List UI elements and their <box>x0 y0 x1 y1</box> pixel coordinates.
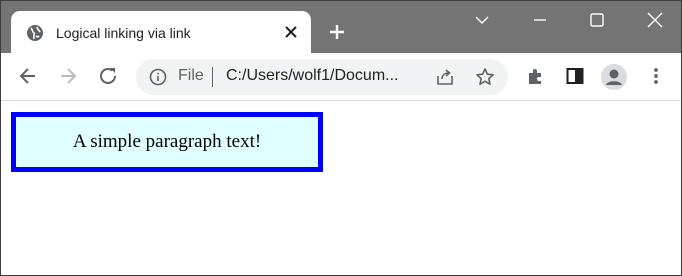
back-icon[interactable] <box>17 65 39 87</box>
address-bar[interactable]: File C:/Users/wolf1/Docum... <box>136 59 508 95</box>
tab-strip: Logical linking via link <box>1 1 681 53</box>
active-tab[interactable]: Logical linking via link <box>11 11 311 53</box>
browser-window: Logical linking via link File C:/Users/w… <box>0 0 682 276</box>
menu-icon[interactable] <box>645 65 667 87</box>
star-icon[interactable] <box>475 67 495 87</box>
paragraph-text: A simple paragraph text! <box>72 131 262 152</box>
extensions-icon[interactable] <box>525 65 547 87</box>
url-text[interactable]: C:/Users/wolf1/Docum... <box>226 67 398 85</box>
profile-icon <box>606 69 622 85</box>
browser-toolbar: File C:/Users/wolf1/Docum... <box>1 53 681 101</box>
side-panel-icon[interactable] <box>564 65 586 87</box>
maximize-icon[interactable] <box>588 11 606 29</box>
tab-title: Logical linking via link <box>56 25 191 41</box>
minimize-icon[interactable] <box>531 11 549 29</box>
window-close-icon[interactable] <box>646 11 664 29</box>
profile-avatar[interactable] <box>601 64 627 90</box>
globe-icon <box>27 25 43 41</box>
url-divider <box>212 67 213 87</box>
info-icon[interactable] <box>149 68 167 86</box>
page-content: A simple paragraph text! <box>1 101 681 275</box>
plus-icon[interactable] <box>328 23 346 41</box>
forward-icon[interactable] <box>57 65 79 87</box>
reload-icon[interactable] <box>97 65 119 87</box>
paragraph-box: A simple paragraph text! <box>11 112 323 172</box>
close-icon[interactable] <box>283 24 299 40</box>
chevron-down-icon[interactable] <box>473 11 491 29</box>
url-scheme: File <box>178 67 204 84</box>
share-icon[interactable] <box>435 67 455 87</box>
